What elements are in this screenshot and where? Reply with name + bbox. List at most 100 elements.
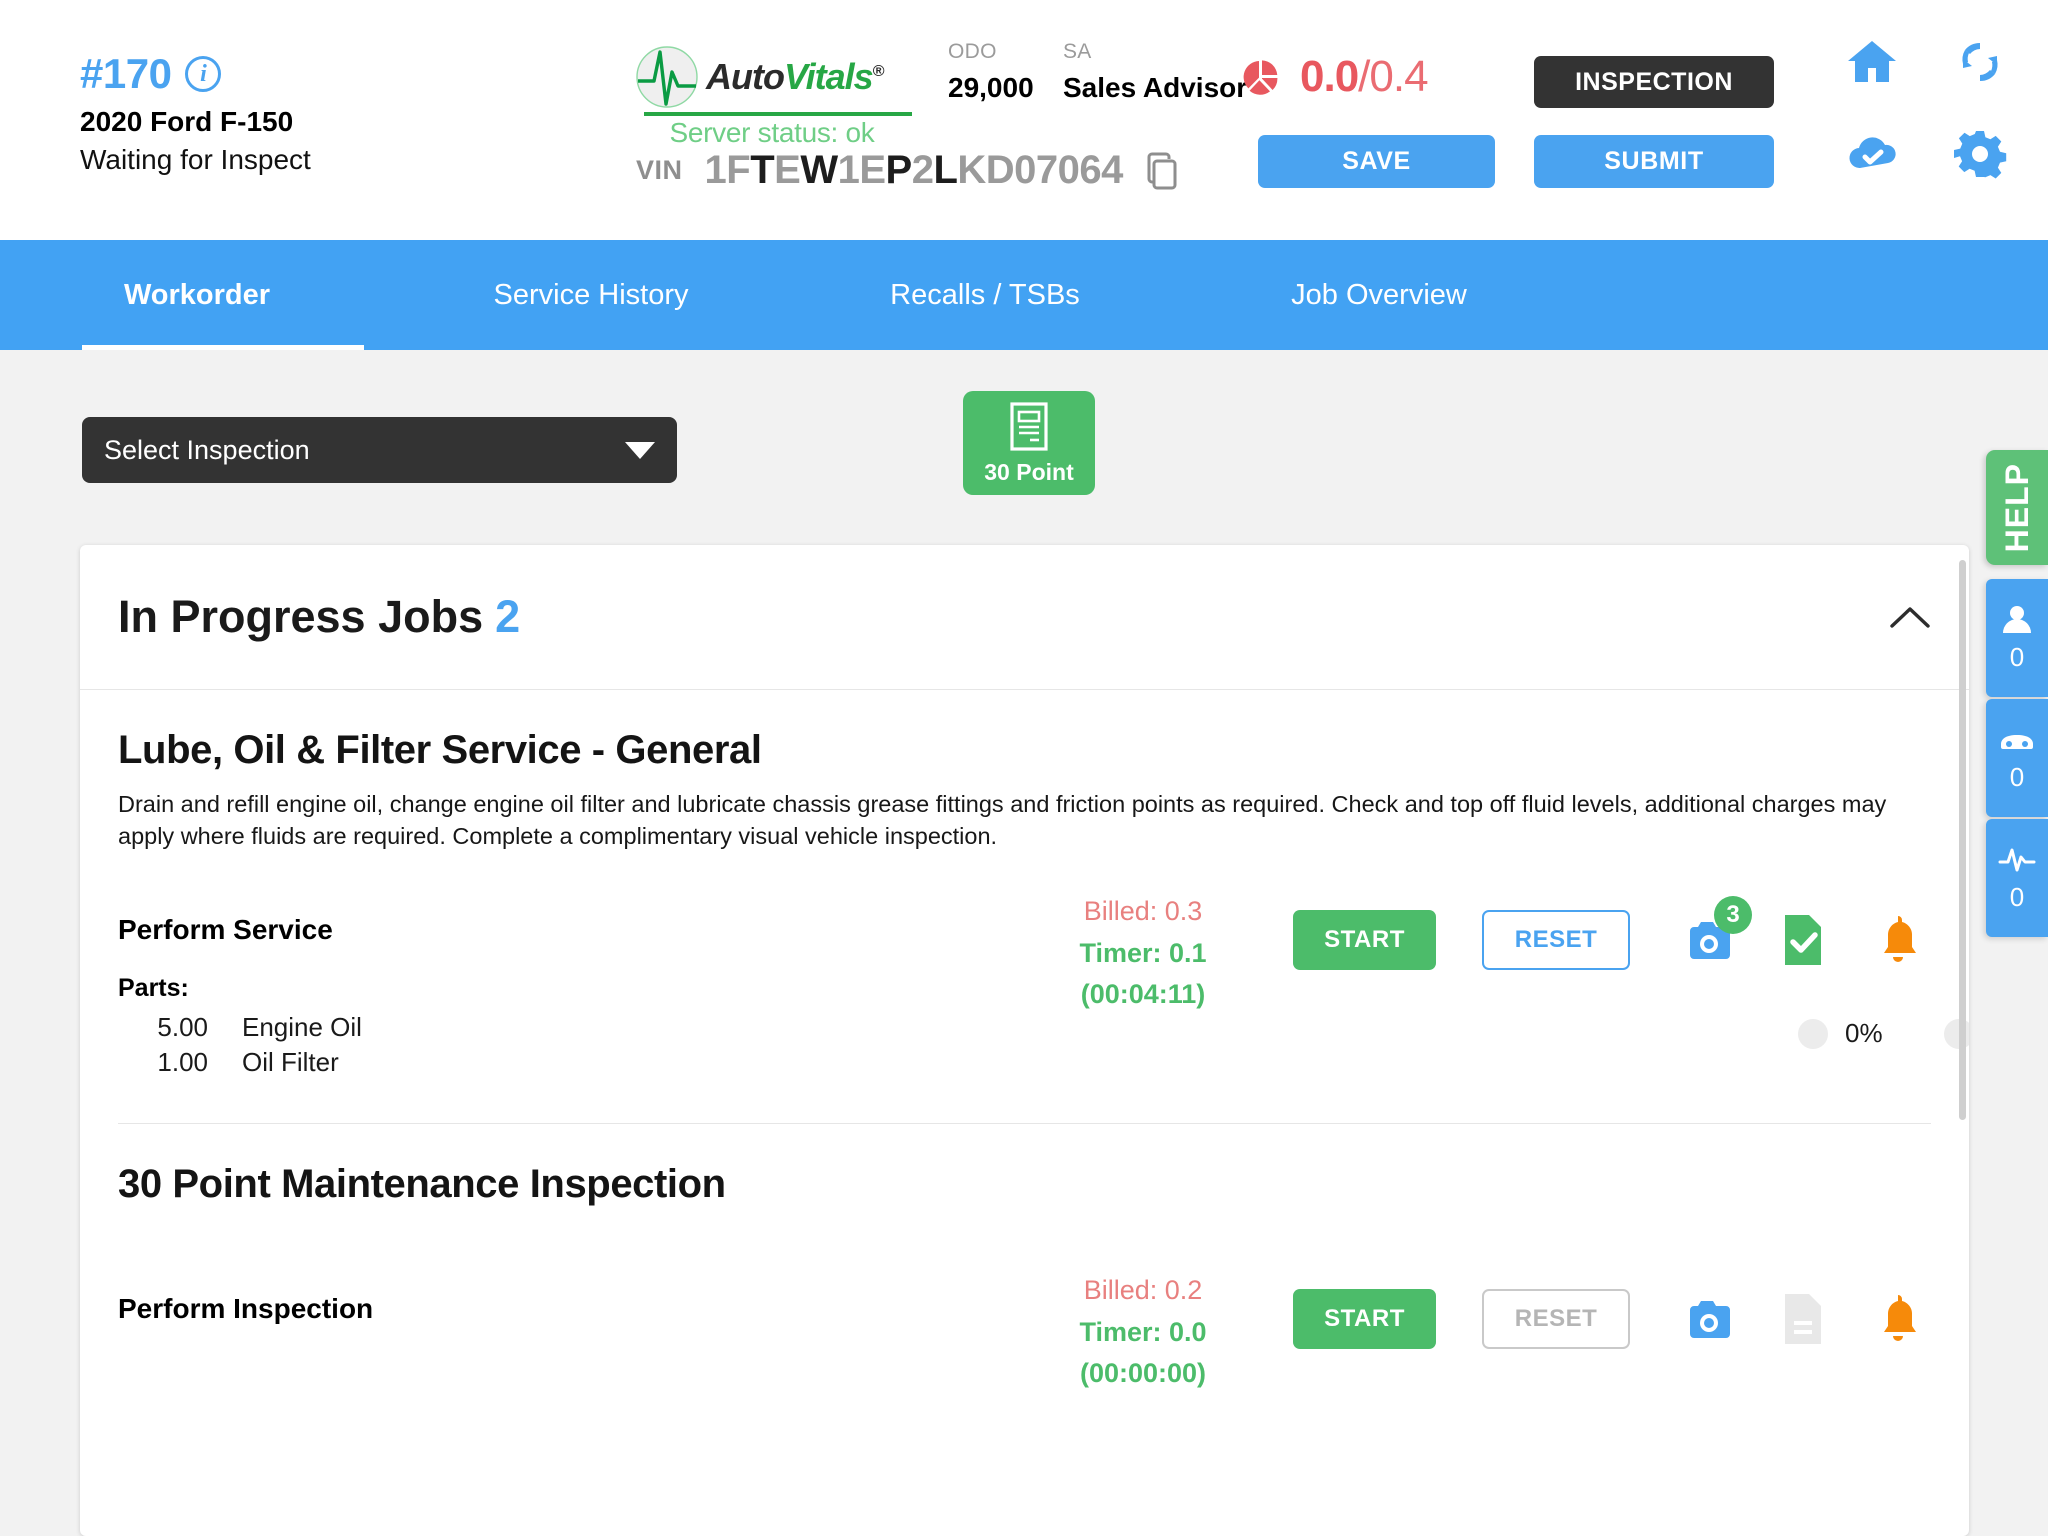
in-progress-jobs-header[interactable]: In Progress Jobs 2 — [80, 545, 1969, 690]
right-rail: HELP 0 0 0 — [1968, 450, 2048, 937]
part-name: Engine Oil — [242, 1012, 362, 1043]
brand-name: AutoVitals® — [706, 56, 885, 97]
pulse-icon — [1998, 844, 2036, 874]
document-check-icon[interactable] — [1780, 912, 1826, 968]
timer-elapsed: (00:00:00) — [1079, 1358, 1207, 1389]
brand-name-part2: Vitals — [783, 56, 874, 97]
home-icon[interactable] — [1844, 34, 1900, 90]
help-tab[interactable]: HELP — [1986, 450, 2048, 565]
radio-label: 0% — [1845, 1018, 1883, 1049]
parts-label: Parts: — [118, 974, 189, 1003]
brand-logo: AutoVitals® Server status: ok — [632, 42, 912, 149]
vertical-scrollbar[interactable] — [1959, 560, 1966, 1120]
job-item: 30 Point Maintenance Inspection Perform … — [80, 1124, 1969, 1388]
rail-tab-vehicle[interactable]: 0 — [1986, 699, 2048, 817]
vin-seg-0: 1F — [704, 148, 751, 192]
sync-icon[interactable] — [1952, 34, 2008, 90]
timer-elapsed: (00:04:11) — [1080, 979, 1206, 1010]
brand-name-part1: Auto — [706, 56, 785, 97]
timer-hours: Timer: 0.1 — [1079, 938, 1207, 969]
perform-service-label: Perform Service — [118, 914, 333, 946]
vin-label: VIN — [636, 155, 683, 185]
job-title: 30 Point Maintenance Inspection — [118, 1162, 726, 1207]
vin-seg-1: T — [750, 148, 775, 192]
job-item: Lube, Oil & Filter Service - General Dra… — [80, 690, 1969, 1125]
timer-hours: Timer: 0.0 — [1079, 1317, 1207, 1348]
save-button[interactable]: SAVE — [1258, 135, 1495, 188]
select-inspection-value: Select Inspection — [104, 434, 310, 465]
server-status: Server status: ok — [669, 117, 875, 148]
radio-option-0[interactable]: 0% — [1798, 1018, 1883, 1049]
tab-job-overview[interactable]: Job Overview — [1182, 240, 1576, 350]
vin-row: VIN 1FTEW1EP2LKD07064 — [636, 148, 1181, 193]
radio-dot — [1798, 1018, 1828, 1049]
vehicle-status: Waiting for Inspect — [80, 144, 311, 175]
workorder-number[interactable]: #170 — [80, 50, 172, 98]
checklist-document-icon — [1007, 401, 1051, 453]
document-icon[interactable] — [1780, 1291, 1826, 1347]
in-progress-jobs-count: 2 — [495, 591, 521, 642]
tab-workorder[interactable]: Workorder — [0, 240, 394, 350]
tab-service-history[interactable]: Service History — [394, 240, 788, 350]
pulse-logo-icon — [632, 42, 702, 112]
job-timer-block: Billed: 0.2 Timer: 0.0 (00:00:00) — [1043, 1275, 1243, 1389]
vin-value[interactable]: 1FTEW1EP2LKD07064 — [704, 148, 1124, 193]
notification-bell-icon[interactable] — [1874, 1291, 1922, 1347]
chevron-down-icon — [625, 441, 655, 459]
perform-inspection-label: Perform Inspection — [118, 1293, 374, 1325]
odometer-block: ODO 29,000 — [948, 40, 1034, 104]
car-icon — [1998, 724, 2036, 754]
brand-divider — [644, 112, 912, 116]
in-progress-jobs-card: In Progress Jobs 2 Lube, Oil & Filter Ser… — [80, 545, 1969, 1536]
submit-button[interactable]: SUBMIT — [1534, 135, 1774, 188]
job-title: Lube, Oil & Filter Service - General — [118, 728, 762, 772]
progress-radio-group: 0% 25% 50% 75% — [1798, 1018, 1969, 1049]
job-body: Perform Inspection Billed: 0.2 Timer: 0.… — [118, 1275, 1931, 1388]
camera-count-badge: 3 — [1714, 896, 1752, 935]
job-action-row: START RESET — [1293, 1289, 1922, 1350]
select-inspection-dropdown[interactable]: Select Inspection — [82, 417, 677, 483]
notification-bell-icon[interactable] — [1874, 912, 1922, 968]
part-quantity: 5.00 — [157, 1012, 208, 1043]
billed-hours: Billed: 0.2 — [1083, 1275, 1203, 1306]
hours-separator: / — [1358, 52, 1370, 101]
hours-values: 0.0/0.4 — [1300, 52, 1429, 102]
rail-tab-activity[interactable]: 0 — [1986, 819, 2048, 937]
hours-actual: 0.0 — [1300, 52, 1359, 101]
sales-advisor-value: Sales Advisor — [1063, 72, 1248, 103]
start-button[interactable]: START — [1293, 1289, 1436, 1350]
job-timer-block: Billed: 0.3 Timer: 0.1 (00:04:11) — [1043, 896, 1243, 1010]
vehicle-summary: #170 i 2020 Ford F-150 Waiting for Inspe… — [80, 50, 311, 176]
info-icon[interactable]: i — [185, 56, 222, 92]
inspection-button[interactable]: INSPECTION — [1534, 56, 1774, 108]
odometer-label: ODO — [948, 40, 997, 63]
camera-icon[interactable] — [1682, 1291, 1738, 1347]
copy-icon[interactable] — [1145, 151, 1181, 191]
reset-button[interactable]: RESET — [1482, 910, 1630, 971]
pie-chart-icon — [1240, 57, 1280, 97]
job-action-row: START RESET 3 — [1293, 896, 1922, 971]
odometer-value: 29,000 — [948, 72, 1034, 103]
billed-hours: Billed: 0.3 — [1083, 896, 1203, 927]
registered-mark: ® — [872, 63, 885, 80]
sales-advisor-label: SA — [1063, 40, 1092, 63]
chevron-up-icon[interactable] — [1889, 604, 1931, 630]
job-right-column: Billed: 0.2 Timer: 0.0 (00:00:00) START … — [818, 1275, 1931, 1388]
part-row: 5.00 Engine Oil — [118, 1013, 818, 1042]
brand-row: AutoVitals® — [632, 42, 912, 112]
vin-seg-6: 2 — [911, 148, 934, 192]
person-icon — [1998, 604, 2036, 634]
vehicle-name: 2020 Ford F-150 — [80, 106, 294, 137]
camera-icon[interactable]: 3 — [1682, 896, 1752, 968]
vin-seg-7: L — [933, 148, 958, 192]
start-button[interactable]: START — [1293, 910, 1436, 971]
job-body: Perform Service Parts: 5.00 Engine Oil 1… — [118, 896, 1969, 1076]
vin-seg-2: E — [774, 148, 801, 192]
gear-icon[interactable] — [1952, 126, 2008, 182]
cloud-check-icon[interactable] — [1844, 126, 1900, 182]
inspection-30point-button[interactable]: 30 Point — [963, 391, 1095, 495]
reset-button[interactable]: RESET — [1482, 1289, 1630, 1350]
hours-budget: 0.4 — [1369, 52, 1428, 101]
tab-recalls-tsbs[interactable]: Recalls / TSBs — [788, 240, 1182, 350]
rail-tab-customer[interactable]: 0 — [1986, 579, 2048, 697]
